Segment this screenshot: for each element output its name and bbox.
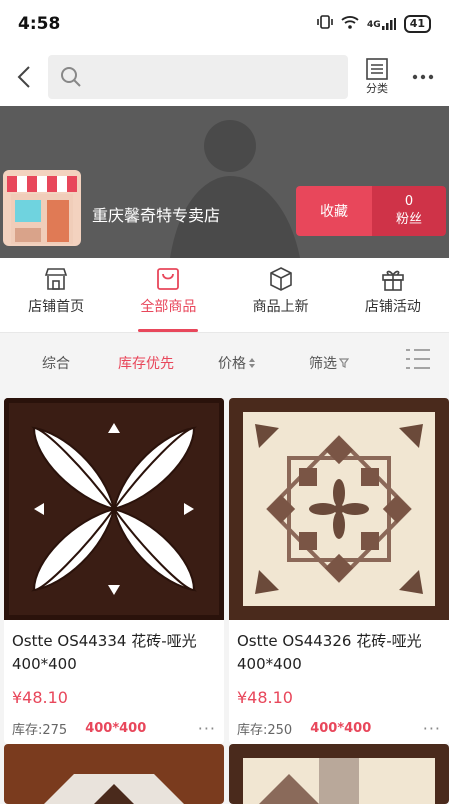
more-dots-icon <box>412 74 434 80</box>
wifi-icon <box>341 15 359 33</box>
fans-label: 粉丝 <box>395 212 422 227</box>
product-price: ¥48.10 <box>237 688 293 707</box>
product-card[interactable]: Ostte OS44326 花砖-哑光 400*400 ¥48.10 库存:25… <box>229 398 449 744</box>
product-stock: 库存:250 <box>237 723 293 738</box>
product-size: 400*400 <box>85 721 147 736</box>
status-bar: 4:58 4G 41 <box>0 0 449 48</box>
tab-label: 店铺活动 <box>364 299 421 315</box>
product-stock: 库存:275 <box>12 723 68 738</box>
filter-icon <box>339 357 349 368</box>
tab-label: 店铺首页 <box>28 299 85 315</box>
sort-filter-label: 筛选 <box>309 355 337 372</box>
product-image <box>4 744 224 804</box>
sort-stock-first[interactable]: 库存优先 <box>118 353 174 373</box>
status-time: 4:58 <box>18 14 61 34</box>
box-icon <box>269 267 292 291</box>
category-button[interactable]: 分类 <box>354 58 400 96</box>
tab-store-events[interactable]: 店铺活动 <box>337 258 449 332</box>
fans-number: 0 <box>404 194 414 209</box>
product-size: 400*400 <box>310 721 372 736</box>
store-logo[interactable] <box>3 170 81 250</box>
fans-count: 0 粉丝 <box>372 186 446 236</box>
search-input[interactable] <box>48 55 348 99</box>
sort-bar: 综合 库存优先 价格 筛选 <box>0 332 449 392</box>
product-card[interactable] <box>229 744 449 804</box>
product-more-icon[interactable]: ··· <box>423 719 441 738</box>
status-icons: 4G 41 <box>317 15 431 33</box>
product-title: Ostte OS44326 花砖-哑光 400*400 <box>237 632 422 673</box>
product-image <box>229 398 449 620</box>
store-name: 重庆馨奇特专卖店 <box>92 206 221 225</box>
shop-awning-icon <box>3 170 81 246</box>
banner-decoration <box>170 120 300 258</box>
sort-filter[interactable]: 筛选 <box>309 353 349 373</box>
layout-toggle[interactable] <box>405 347 431 375</box>
list-layout-icon <box>406 349 430 369</box>
list-icon <box>366 58 388 80</box>
product-image <box>4 398 224 625</box>
product-image <box>229 744 449 804</box>
network-type: 4G <box>367 20 381 30</box>
product-card[interactable]: Ostte OS44334 花砖-哑光 400*400 ¥48.10 库存:27… <box>4 398 224 744</box>
sort-general[interactable]: 综合 <box>42 353 70 373</box>
tab-new-products[interactable]: 商品上新 <box>225 258 337 332</box>
sort-price-label: 价格 <box>218 355 246 372</box>
sort-arrows-icon <box>249 357 255 368</box>
back-arrow-icon <box>17 66 30 88</box>
sort-price[interactable]: 价格 <box>218 353 256 373</box>
tab-label: 商品上新 <box>252 299 309 315</box>
search-icon <box>61 67 81 87</box>
product-price: ¥48.10 <box>12 688 68 707</box>
bag-icon <box>157 268 180 290</box>
product-more-icon[interactable]: ··· <box>198 719 216 738</box>
store-tab-bar: 店铺首页 全部商品 商品上新 店铺活动 <box>0 258 449 332</box>
product-card[interactable] <box>4 744 224 804</box>
category-label: 分类 <box>366 82 388 95</box>
more-button[interactable] <box>408 74 438 80</box>
top-nav: 分类 <box>0 48 449 106</box>
store-icon <box>45 268 68 290</box>
tab-label: 全部商品 <box>140 299 197 315</box>
tab-store-home[interactable]: 店铺首页 <box>0 258 112 332</box>
signal-icon: 4G <box>367 18 396 30</box>
favorite-button[interactable]: 收藏 <box>296 186 372 236</box>
tab-all-products[interactable]: 全部商品 <box>112 258 224 332</box>
battery-indicator: 41 <box>403 15 431 33</box>
back-button[interactable] <box>0 53 48 101</box>
vibrate-icon <box>317 15 333 33</box>
product-title: Ostte OS44334 花砖-哑光 400*400 <box>12 632 197 673</box>
gift-icon <box>382 270 404 291</box>
